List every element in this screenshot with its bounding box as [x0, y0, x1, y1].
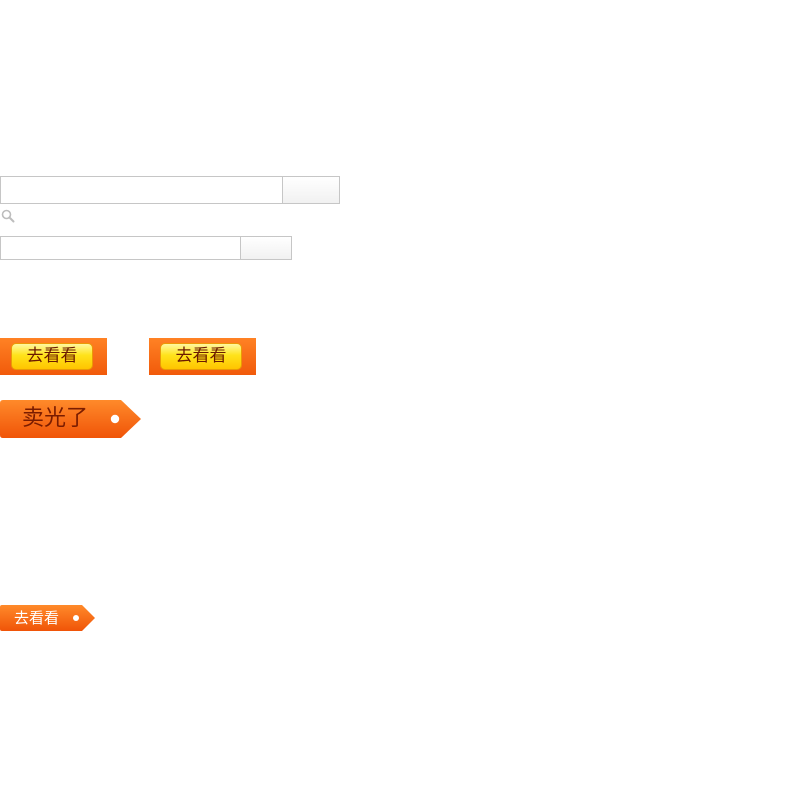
- go-see-button-2[interactable]: 去看看: [149, 338, 256, 375]
- go-see-button-2-label: 去看看: [160, 343, 242, 370]
- sold-out-label: 卖光了: [22, 406, 89, 431]
- tag-hole-icon-small: [73, 615, 79, 621]
- sold-out-tag[interactable]: 卖光了: [0, 400, 142, 438]
- go-see-tag[interactable]: 去看看: [0, 605, 96, 631]
- tag-hole-icon: [110, 414, 120, 424]
- go-see-button-1[interactable]: 去看看: [0, 338, 107, 375]
- go-see-tag-label: 去看看: [14, 609, 60, 627]
- search-input-large[interactable]: [0, 176, 282, 204]
- search-input-small[interactable]: [0, 236, 240, 260]
- search-bar-small: [0, 236, 292, 260]
- search-button-small[interactable]: [240, 236, 292, 260]
- search-icon: [1, 208, 15, 223]
- go-see-button-1-label: 去看看: [11, 343, 93, 370]
- search-bar-large: [0, 176, 340, 204]
- search-button-large[interactable]: [282, 176, 340, 204]
